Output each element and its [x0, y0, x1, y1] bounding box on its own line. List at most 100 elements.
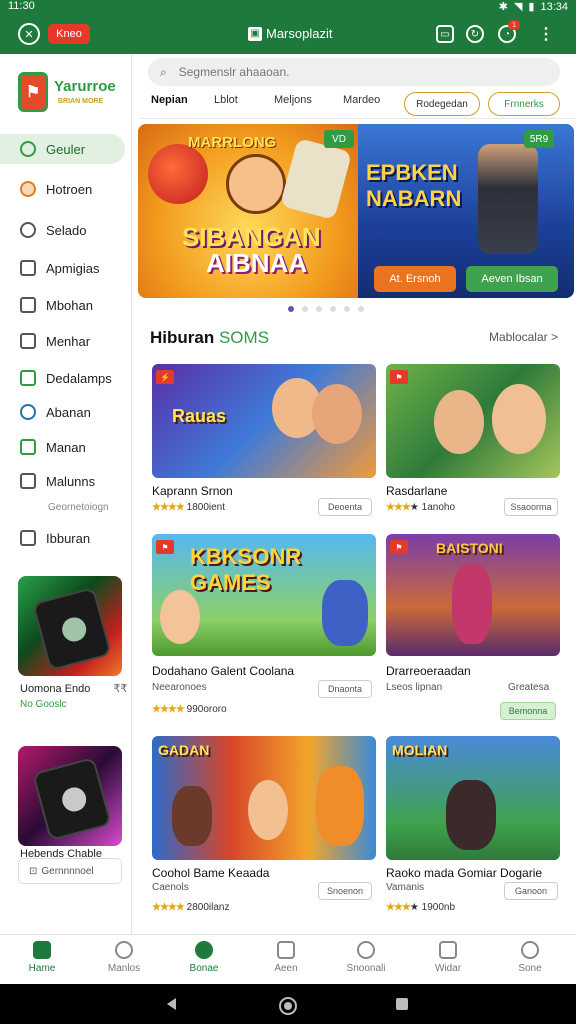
more-icon[interactable]: ⋮ [538, 24, 554, 44]
banner-tag-left: VD [324, 130, 354, 148]
game-card-button[interactable]: Dnaonta [318, 680, 372, 698]
refresh-icon[interactable]: ↻ [466, 25, 484, 43]
sidebar-item-label: Dedalamps [46, 370, 112, 386]
sidebar-item-label: Manan [46, 439, 86, 455]
game-card-button[interactable]: Ganoon [504, 882, 558, 900]
home-icon [33, 941, 51, 959]
sidebar-item-geuler[interactable]: Geuler [0, 134, 125, 164]
battery-icon: ▮ [528, 1, 535, 13]
logo-subtext: BRIAN MORE [58, 98, 104, 105]
sidebar-item-label: Menhar [46, 333, 91, 349]
game-card-image: GADAN [152, 736, 376, 860]
banner-button-2[interactable]: Aeven Ibsan [466, 266, 558, 292]
tab-lblot[interactable]: Lblot [214, 94, 238, 106]
section-title: Hiburan SOMS [150, 328, 270, 347]
sidebar-item-selado[interactable]: Selado [0, 215, 125, 245]
sidebar-item-hotroen[interactable]: Hotroen [0, 174, 125, 204]
sidebar-item-mbohan[interactable]: Mbohan [0, 290, 125, 320]
tab-bar: Nepian Lblot Meljons Mardeo Rodegedan Fr… [140, 90, 570, 118]
app-logo-icon: ⚑ [18, 72, 48, 112]
compass-icon[interactable]: ✕ [18, 23, 40, 45]
status-right: ✱ ◥ ▮ 13:34 [498, 0, 568, 14]
system-nav-bar [0, 984, 576, 1024]
nav-bonae[interactable]: Bonae [172, 941, 236, 985]
game-card-button[interactable]: Ssaoorma [504, 498, 558, 516]
search-input[interactable] [176, 64, 497, 80]
sidebar-item-abanan[interactable]: Abanan [0, 397, 125, 427]
basketball-icon [20, 181, 36, 197]
app-title-text: Marsoplazit [266, 26, 333, 41]
game-card-title: Dodahano Galent Coolana [152, 664, 295, 678]
banner-button-1[interactable]: At. Ersnoh [374, 266, 456, 292]
sidebar-item-manan[interactable]: Manan [0, 432, 125, 462]
carousel-dot[interactable] [358, 306, 364, 312]
tab-mardeo[interactable]: Mardeo [343, 94, 380, 106]
game-card-title: Drarreoeraadan [386, 664, 471, 678]
nav-snoonali[interactable]: Snoonali [334, 941, 398, 985]
tab-nepian[interactable]: Nepian [151, 94, 188, 106]
game-card-title: Kaprann Srnon [152, 484, 233, 498]
clock-icon [357, 941, 375, 959]
promo-sub-1: No Gooslc [20, 699, 67, 710]
game-card-button[interactable]: Snoenon [318, 882, 372, 900]
sidebar-item-label: Malunns [46, 473, 96, 489]
game-card-rating: Greatesa [508, 682, 550, 693]
game-card-button[interactable]: Bemonna [500, 702, 556, 720]
game-card-subtitle: Caenols [152, 882, 189, 893]
nav-manlos[interactable]: Manlos [92, 941, 156, 985]
promo-image-1[interactable] [18, 576, 122, 676]
puzzle-icon [20, 222, 36, 238]
cast-icon[interactable]: ▭ [436, 25, 454, 43]
app-title: ▣ Marsoplazit [248, 26, 332, 41]
gamepad-icon [115, 941, 133, 959]
pill-frnnerks[interactable]: Frnnerks [488, 92, 560, 116]
carousel-dot[interactable] [316, 306, 322, 312]
carousel-dot[interactable] [302, 306, 308, 312]
game-card-title: Rasdarlane [386, 484, 448, 498]
game-card-title: Raoko mada Gomiar Dogarie [386, 866, 543, 880]
sidebar-item-malunns[interactable]: Malunns [0, 466, 125, 496]
game-card-rating: ★★★★ 1800ient [152, 502, 226, 513]
carousel-dot[interactable] [344, 306, 350, 312]
game-card-title: Coohol Bame Keaada [152, 866, 270, 880]
game-card-image: ⚑ [386, 364, 560, 478]
game-tag: ⚑ [156, 540, 174, 554]
wifi-icon: ◥ [513, 1, 523, 13]
tab-meljons[interactable]: Meljons [274, 94, 312, 106]
search-bar[interactable]: ⌕ [148, 58, 560, 86]
section-more-link[interactable]: Mablocalar > [489, 330, 558, 344]
sidebar-item-apmigias[interactable]: Apmigias [0, 253, 125, 283]
promo-button-2[interactable]: ⊡ Gernnnnoel [18, 858, 122, 884]
bluetooth-icon: ✱ [498, 1, 508, 13]
app-bar: ✕ Kneo ▣ Marsoplazit ▭ ↻ ◔ 1 ⋮ [0, 14, 576, 54]
character-icon [492, 384, 546, 454]
hero-banner[interactable]: MARRLONG SIBANGAN AIBNAA EPBKEN NABARN V… [138, 124, 574, 298]
carousel-dot[interactable] [330, 306, 336, 312]
nav-sone[interactable]: Sone [498, 941, 562, 985]
game-card-button[interactable]: Deoenta [318, 498, 372, 516]
nav-widar[interactable]: Widar [416, 941, 480, 985]
carousel-dot[interactable] [288, 306, 294, 312]
sidebar-item-label: Apmigias [46, 260, 100, 276]
game-card-rating: ★★★★ 1anoho [386, 502, 456, 513]
home-circle-icon[interactable] [278, 996, 298, 1016]
grid-icon [277, 941, 295, 959]
app-red-button[interactable]: Kneo [48, 24, 90, 44]
sidebar-item-ibburan[interactable]: Ibburan [0, 523, 125, 553]
sidebar-item-menhar[interactable]: Menhar [0, 326, 125, 356]
game-card-subtitle: Vamanis [386, 882, 425, 893]
nav-aeen[interactable]: Aeen [254, 941, 318, 985]
recents-icon[interactable] [394, 996, 410, 1012]
profile-icon [195, 941, 213, 959]
document-icon [20, 333, 36, 349]
game-card-rating: ★★★★ 2800ilanz [152, 902, 230, 913]
square-icon [20, 260, 36, 276]
back-icon[interactable] [164, 996, 180, 1012]
sidebar-item-dedalamps[interactable]: Dedalamps [0, 363, 125, 393]
game-art-text: Rauas [172, 406, 227, 426]
sidebar-item-label: Ibburan [46, 530, 91, 546]
game-card-subtitle: Lseos lipnan [386, 682, 443, 693]
pill-rodegedan[interactable]: Rodegedan [404, 92, 480, 116]
promo-image-2[interactable] [18, 746, 122, 846]
nav-home[interactable]: Hame [10, 941, 74, 985]
